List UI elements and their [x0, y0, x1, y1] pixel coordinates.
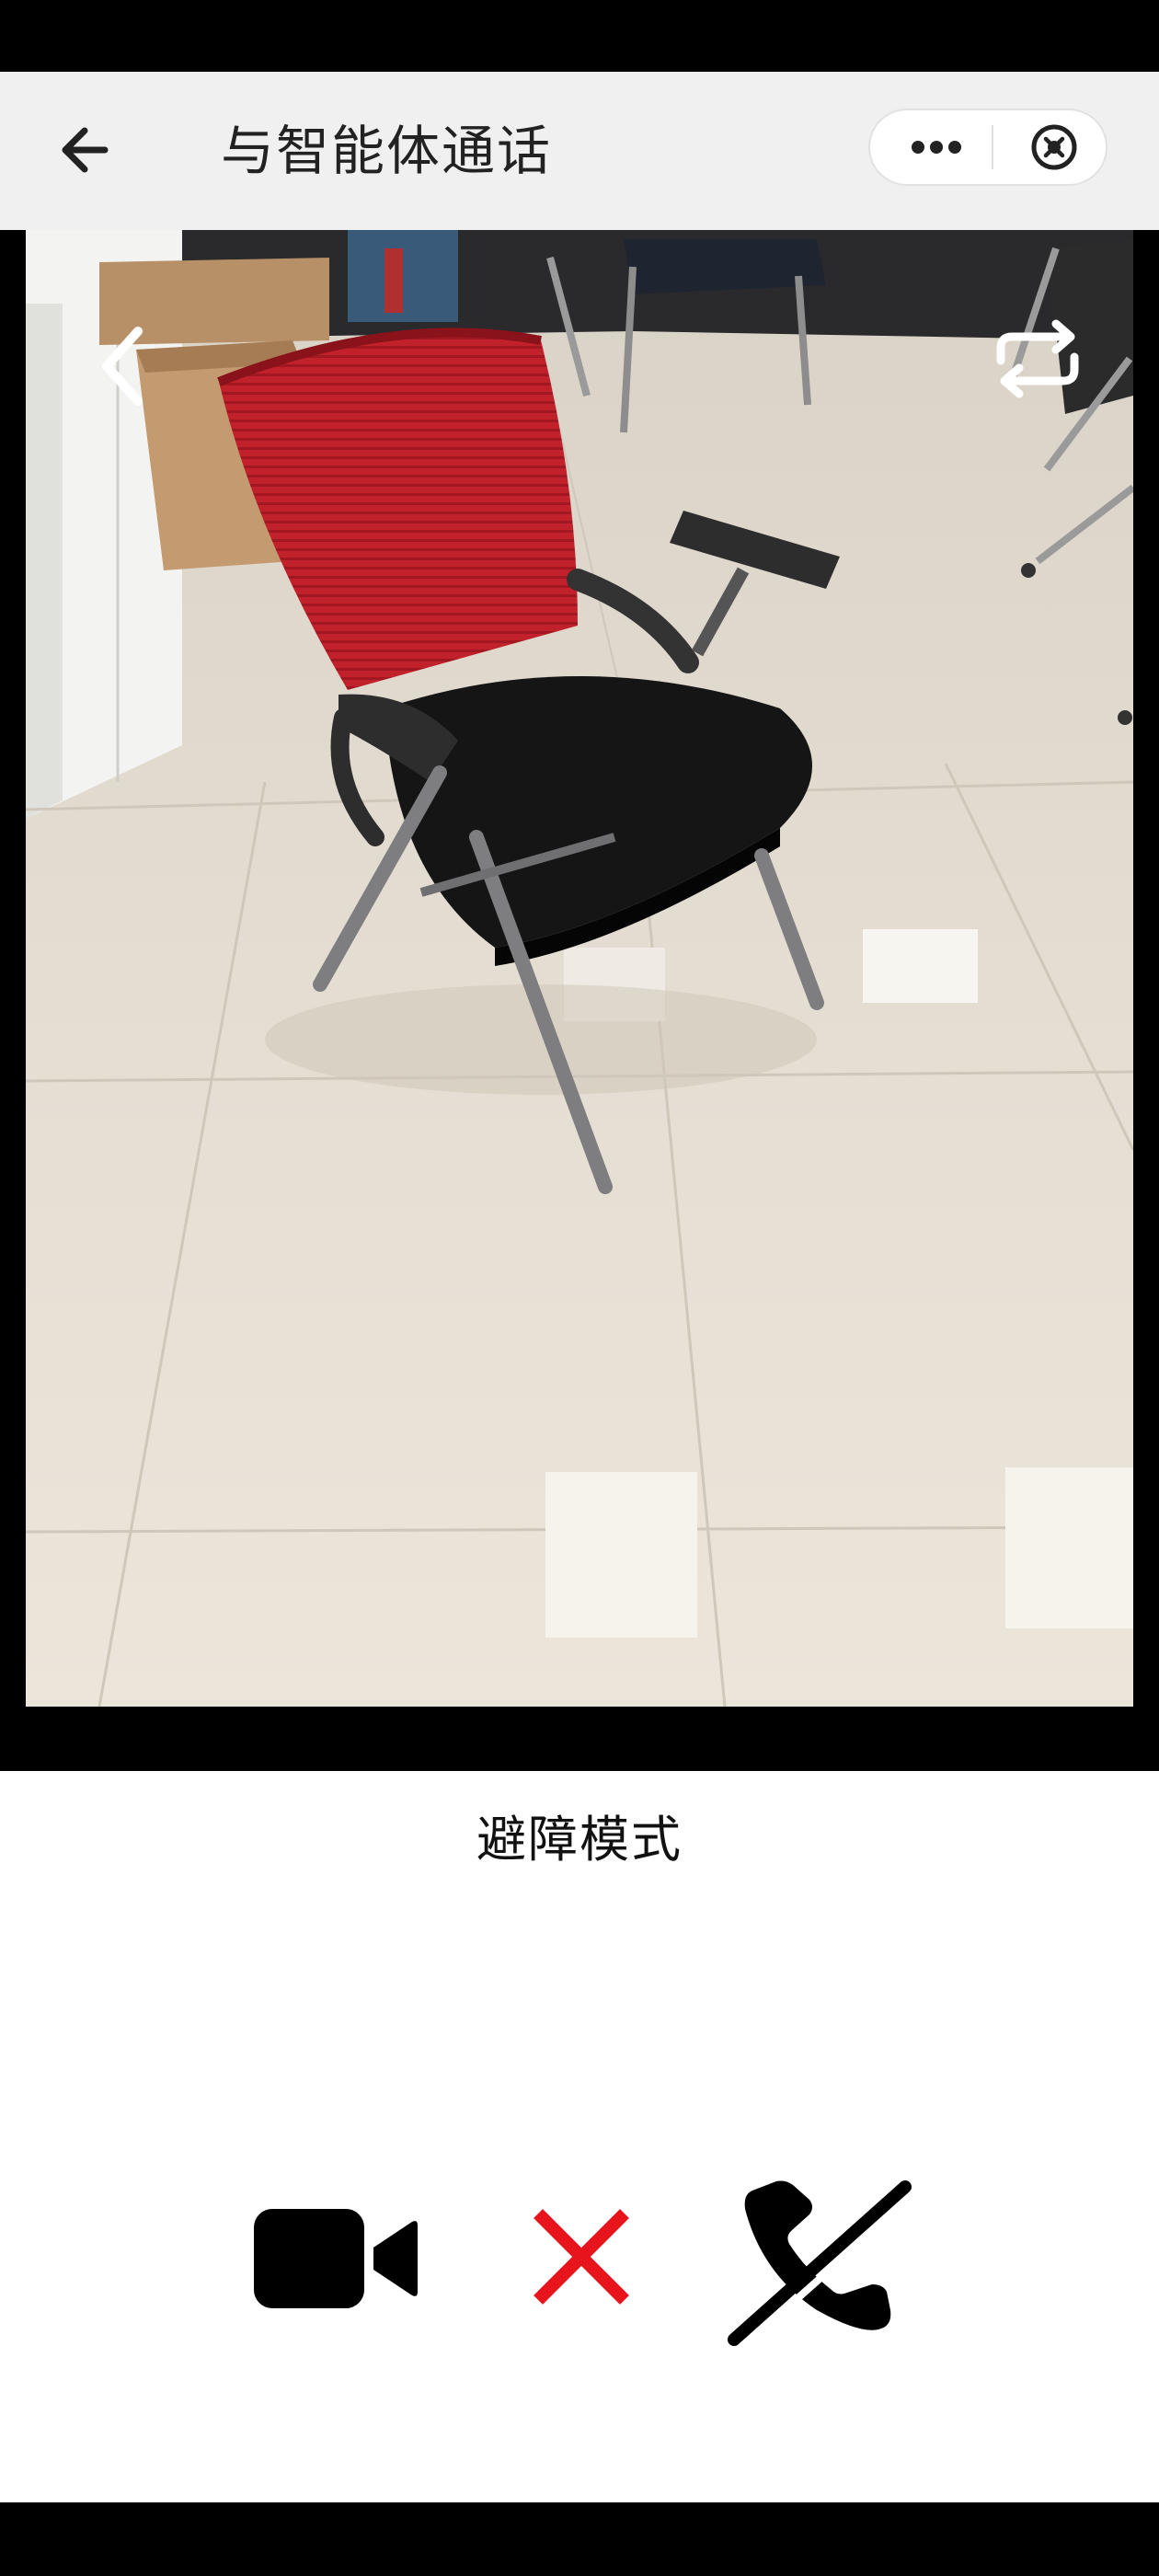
- close-circle-icon: [1031, 124, 1077, 170]
- call-control-panel: 避障模式: [0, 1771, 1159, 2502]
- camera-video-feed: [26, 230, 1133, 1707]
- status-bar: [0, 0, 1159, 72]
- arrow-left-icon: [62, 127, 109, 173]
- cancel-button[interactable]: [526, 2202, 637, 2312]
- cancel-x-icon: [534, 2209, 629, 2305]
- hang-up-button[interactable]: [725, 2172, 918, 2356]
- mini-program-capsule: [868, 109, 1107, 186]
- camera-back-button[interactable]: [81, 311, 164, 421]
- navigation-bar: [0, 2502, 1159, 2576]
- more-dots-icon: [912, 141, 961, 154]
- video-bottom-band: [0, 1707, 1159, 1771]
- back-button[interactable]: [48, 109, 131, 191]
- chevron-left-icon: [102, 327, 143, 406]
- more-button[interactable]: [890, 110, 982, 184]
- page-title: 与智能体通话: [221, 120, 553, 182]
- video-toggle-button[interactable]: [247, 2194, 421, 2323]
- camera-scene: [26, 230, 1133, 1707]
- hang-up-icon: [728, 2180, 912, 2347]
- camera-switch-icon: [996, 319, 1079, 398]
- title-bar: 与智能体通话: [0, 72, 1159, 230]
- close-button[interactable]: [1008, 110, 1100, 184]
- mode-label: 避障模式: [476, 1811, 683, 1869]
- capsule-divider: [992, 125, 993, 169]
- camera-switch-button[interactable]: [982, 304, 1093, 414]
- video-camera-icon: [254, 2209, 418, 2308]
